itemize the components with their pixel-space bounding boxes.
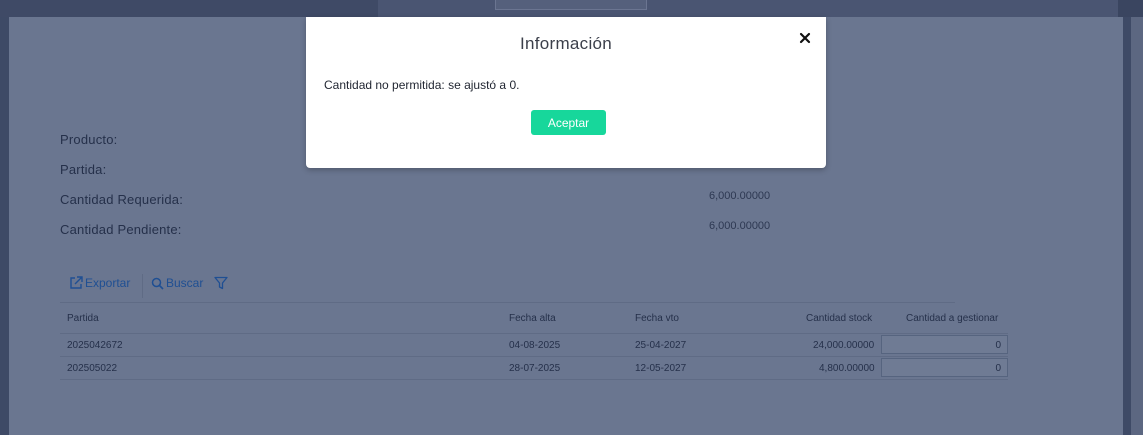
field-label-partida: Partida:: [60, 162, 107, 177]
dialog-title: Información: [519, 34, 613, 53]
top-bar-field[interactable]: [495, 0, 647, 10]
top-bar: [0, 0, 1143, 17]
field-value-cantidad-requerida: 6,000.00000: [709, 190, 771, 202]
info-dialog: Información Cantidad no permitida: se aj…: [306, 17, 826, 168]
close-icon[interactable]: [798, 31, 812, 45]
filter-button[interactable]: [214, 276, 228, 290]
filter-icon: [214, 276, 228, 290]
grid-header: Partida Fecha alta Fecha vto Cantidad st…: [60, 308, 1008, 334]
export-button[interactable]: Exportar: [69, 276, 130, 290]
top-bar-right: [378, 0, 1118, 17]
toolbar-separator: [142, 274, 143, 298]
cell-fecha-alta: 04-08-2025: [509, 340, 561, 351]
dialog-message: Cantidad no permitida: se ajustó a 0.: [324, 78, 520, 92]
close-icon[interactable]: [798, 31, 812, 45]
field-label-producto: Producto:: [60, 132, 118, 147]
field-value-cantidad-pendiente: 6,000.00000: [709, 220, 771, 232]
field-label-cantidad-requerida: Cantidad Requerida:: [60, 192, 184, 207]
cell-partida: 202505022: [67, 363, 118, 374]
top-bar-left: [0, 0, 378, 17]
export-label: Exportar: [85, 276, 131, 290]
grid-toolbar: Exportar Buscar: [60, 274, 955, 303]
cell-cantidad-stock: 4,800.00000: [819, 363, 875, 374]
stock-grid: Partida Fecha alta Fecha vto Cantidad st…: [60, 308, 1008, 380]
table-row[interactable]: 2025042672 04-08-2025 25-04-2027 24,000.…: [60, 334, 1008, 357]
col-cantidad-stock[interactable]: Cantidad stock: [806, 313, 872, 324]
cell-fecha-vto: 12-05-2027: [635, 363, 687, 374]
cell-fecha-vto: 25-04-2027: [635, 340, 687, 351]
accept-button[interactable]: Aceptar: [531, 110, 606, 135]
cell-cantidad-stock: 24,000.00000: [813, 340, 875, 351]
col-fecha-vto[interactable]: Fecha vto: [635, 313, 679, 324]
external-link-icon: [70, 276, 83, 289]
search-label: Buscar: [166, 276, 204, 290]
cell-partida: 2025042672: [67, 340, 123, 351]
field-label-cantidad-pendiente: Cantidad Pendiente:: [60, 222, 182, 237]
table-row[interactable]: 202505022 28-07-2025 12-05-2027 4,800.00…: [60, 357, 1008, 380]
cell-fecha-alta: 28-07-2025: [509, 363, 561, 374]
scroll-strip[interactable]: [1131, 17, 1143, 435]
col-cantidad-gestionar[interactable]: Cantidad a gestionar: [906, 313, 998, 324]
col-partida[interactable]: Partida: [67, 313, 99, 324]
search-icon: [151, 277, 164, 290]
col-fecha-alta[interactable]: Fecha alta: [509, 313, 556, 324]
search-button[interactable]: Buscar: [151, 276, 203, 290]
cantidad-gestionar-input[interactable]: 0: [881, 335, 1008, 354]
cantidad-gestionar-input[interactable]: 0: [881, 358, 1008, 377]
